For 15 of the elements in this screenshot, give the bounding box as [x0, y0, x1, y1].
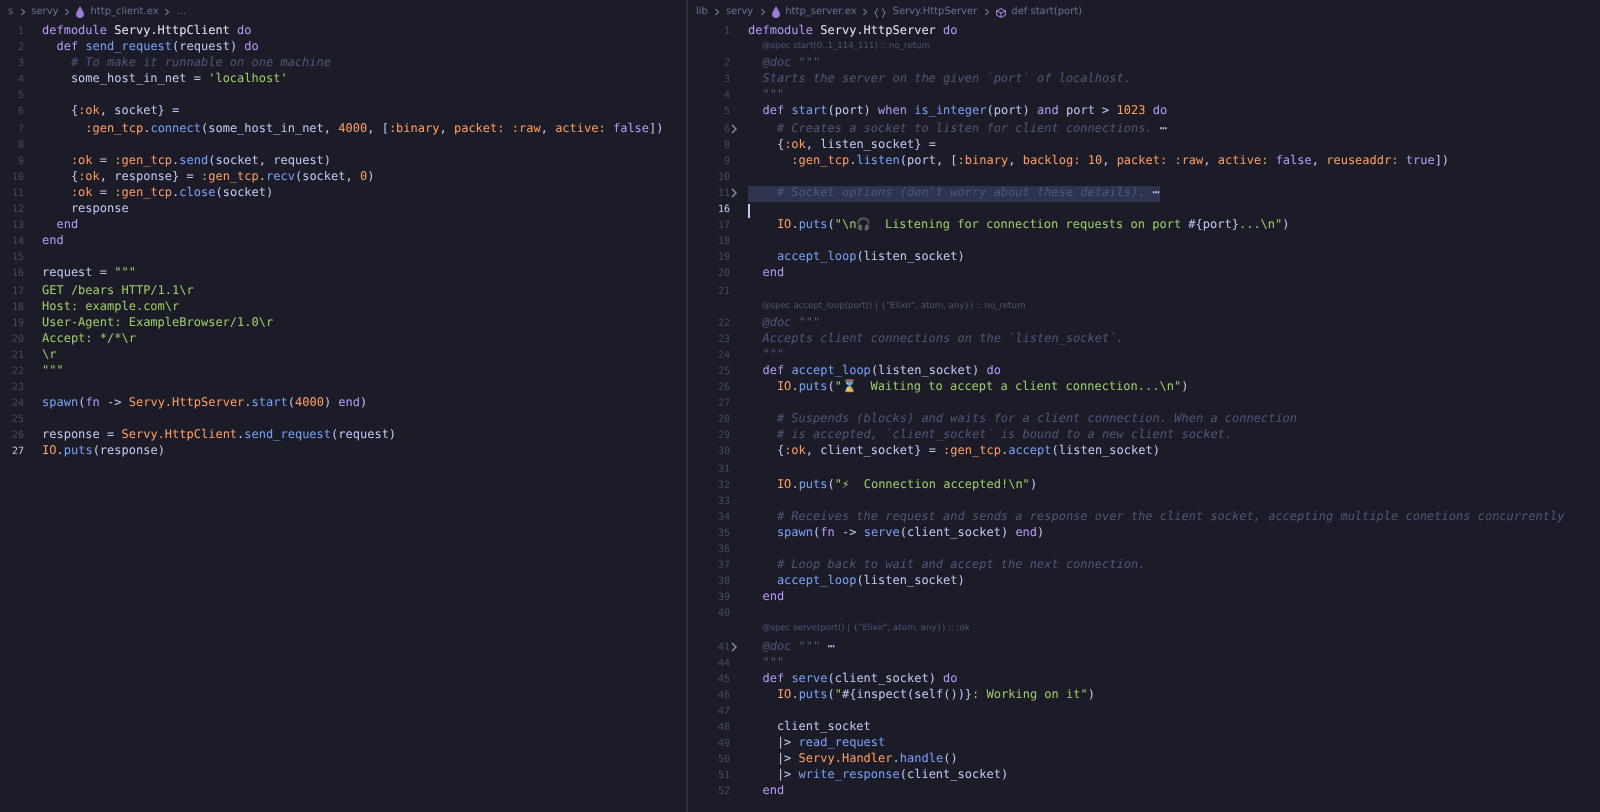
braces-icon — [874, 7, 887, 17]
chevron-icon[interactable] — [730, 124, 738, 135]
drop-icon — [76, 6, 85, 18]
chevron-icon — [759, 8, 766, 16]
chevron-icon — [862, 8, 869, 16]
text-cursor — [748, 203, 750, 218]
chevron-icon — [64, 8, 71, 16]
chevron-icon — [19, 8, 26, 16]
chevron-icon — [713, 8, 720, 16]
drop-icon — [771, 6, 780, 18]
chevron-icon[interactable] — [730, 642, 738, 653]
chevron-icon — [164, 8, 171, 16]
chevron-icon — [983, 8, 990, 16]
chevron-icon[interactable] — [730, 188, 738, 199]
cube-icon — [995, 7, 1006, 17]
